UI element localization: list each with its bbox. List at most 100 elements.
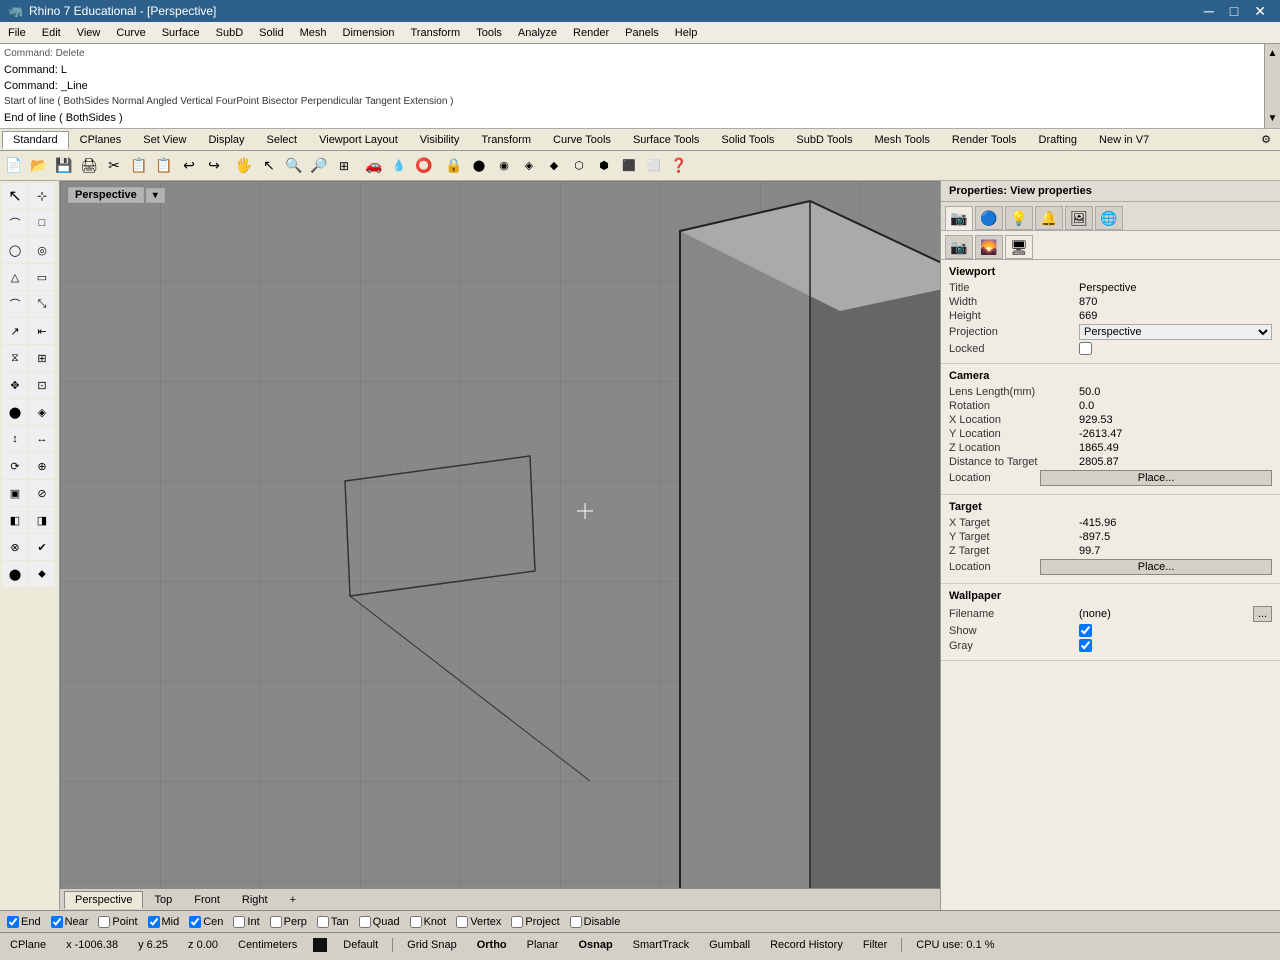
lt-b20[interactable]: ⊕: [29, 453, 55, 479]
prop-filename-browse[interactable]: ...: [1253, 606, 1272, 622]
prop-tab-light[interactable]: 💡: [1005, 206, 1033, 230]
viewport-dropdown-arrow[interactable]: ▾: [146, 188, 165, 203]
toolbar-tab-mesh-tools[interactable]: Mesh Tools: [863, 131, 940, 149]
tb-paste[interactable]: 📋: [152, 154, 176, 178]
sb-filter[interactable]: Filter: [857, 939, 893, 951]
scroll-down-arrow[interactable]: ▼: [1268, 111, 1278, 127]
osnap-knot-cb[interactable]: [410, 916, 422, 928]
osnap-quad-cb[interactable]: [359, 916, 371, 928]
tb-help[interactable]: ❓: [667, 154, 691, 178]
tb-new[interactable]: 📄: [2, 154, 26, 178]
osnap-vertex[interactable]: Vertex: [453, 916, 504, 928]
osnap-mid[interactable]: Mid: [145, 916, 183, 928]
lt-b17[interactable]: ↕: [2, 426, 28, 452]
tb-b3[interactable]: ◆: [542, 154, 566, 178]
tb-select[interactable]: ↖: [257, 154, 281, 178]
maximize-button[interactable]: □: [1224, 3, 1244, 20]
sb-planar[interactable]: Planar: [521, 939, 565, 951]
menu-item-render[interactable]: Render: [565, 25, 617, 41]
lt-b15[interactable]: ⬤: [2, 399, 28, 425]
prop-subtab-monitor[interactable]: 🖥: [1005, 235, 1033, 259]
osnap-int-cb[interactable]: [233, 916, 245, 928]
tb-render[interactable]: 🚗: [362, 154, 386, 178]
toolbar-tab-cplanes[interactable]: CPlanes: [69, 131, 133, 149]
sb-smarttrack[interactable]: SmartTrack: [627, 939, 695, 951]
toolbar-tab-select[interactable]: Select: [256, 131, 309, 149]
tb-lock[interactable]: 🔒: [442, 154, 466, 178]
toolbar-tab-display[interactable]: Display: [197, 131, 255, 149]
prop-subtab-landscape[interactable]: 🌄: [975, 235, 1003, 259]
menu-item-analyze[interactable]: Analyze: [510, 25, 565, 41]
sb-color-swatch[interactable]: [313, 938, 327, 952]
tb-save[interactable]: 💾: [52, 154, 76, 178]
vp-tab-perspective[interactable]: Perspective: [64, 891, 143, 909]
lt-b19[interactable]: ⟳: [2, 453, 28, 479]
menu-item-panels[interactable]: Panels: [617, 25, 667, 41]
osnap-cen[interactable]: Cen: [186, 916, 226, 928]
menu-item-edit[interactable]: Edit: [34, 25, 69, 41]
tb-layer[interactable]: ⭕: [412, 154, 436, 178]
prop-tgt-place-button[interactable]: Place...: [1040, 559, 1272, 575]
prop-cam-place-button[interactable]: Place...: [1040, 470, 1272, 486]
sb-osnap[interactable]: Osnap: [572, 939, 618, 951]
lt-b21[interactable]: ▣: [2, 480, 28, 506]
toolbar-tab-standard[interactable]: Standard: [2, 131, 69, 149]
cmd-scrollbar[interactable]: ▲ ▼: [1264, 44, 1280, 129]
prop-locked-checkbox[interactable]: [1079, 342, 1092, 355]
osnap-mid-cb[interactable]: [148, 916, 160, 928]
osnap-near-cb[interactable]: [51, 916, 63, 928]
tb-cut[interactable]: ✂: [102, 154, 126, 178]
toolbar-settings-icon[interactable]: ⚙: [1254, 130, 1278, 149]
toolbar-tab-drafting[interactable]: Drafting: [1028, 131, 1089, 149]
tb-redo[interactable]: ↪: [202, 154, 226, 178]
toolbar-tab-new-in-v7[interactable]: New in V7: [1088, 131, 1160, 149]
lt-select2[interactable]: ⊹: [29, 183, 55, 209]
tb-b5[interactable]: ⬢: [592, 154, 616, 178]
toolbar-tab-curve-tools[interactable]: Curve Tools: [542, 131, 622, 149]
tb-copy[interactable]: 📋: [127, 154, 151, 178]
viewport-label[interactable]: Perspective ▾: [68, 187, 165, 203]
tb-print[interactable]: 🖨: [77, 154, 101, 178]
menu-item-solid[interactable]: Solid: [251, 25, 291, 41]
viewport-title[interactable]: Perspective: [68, 187, 144, 203]
tb-b4[interactable]: ⬡: [567, 154, 591, 178]
lt-b25[interactable]: ⊗: [2, 534, 28, 560]
scroll-up-arrow[interactable]: ▲: [1268, 46, 1278, 62]
osnap-perp[interactable]: Perp: [267, 916, 310, 928]
sb-gumball[interactable]: Gumball: [703, 939, 756, 951]
lt-b22[interactable]: ⊘: [29, 480, 55, 506]
toolbar-tab-surface-tools[interactable]: Surface Tools: [622, 131, 710, 149]
sb-ortho[interactable]: Ortho: [471, 939, 513, 951]
prop-projection-select[interactable]: Perspective Parallel Two-Point Perspecti…: [1079, 324, 1272, 340]
prop-tab-material[interactable]: 🔵: [975, 206, 1003, 230]
prop-gray-checkbox[interactable]: [1079, 639, 1092, 652]
menu-item-file[interactable]: File: [0, 25, 34, 41]
menu-item-transform[interactable]: Transform: [403, 25, 469, 41]
close-button[interactable]: ✕: [1248, 3, 1272, 20]
prop-projection-select-wrap[interactable]: Perspective Parallel Two-Point Perspecti…: [1079, 324, 1272, 340]
menu-item-view[interactable]: View: [69, 25, 109, 41]
lt-b6[interactable]: ▭: [29, 264, 55, 290]
lt-b5[interactable]: △: [2, 264, 28, 290]
menu-item-tools[interactable]: Tools: [468, 25, 510, 41]
osnap-int[interactable]: Int: [230, 916, 262, 928]
prop-show-checkbox[interactable]: [1079, 624, 1092, 637]
lt-b4[interactable]: ◎: [29, 237, 55, 263]
lt-b1[interactable]: ⌒: [2, 210, 28, 236]
osnap-project-cb[interactable]: [511, 916, 523, 928]
toolbar-tab-render-tools[interactable]: Render Tools: [941, 131, 1028, 149]
lt-b16[interactable]: ◈: [29, 399, 55, 425]
lt-select[interactable]: ↖: [2, 183, 28, 209]
tb-undo[interactable]: ↩: [177, 154, 201, 178]
tb-b2[interactable]: ◈: [517, 154, 541, 178]
osnap-project[interactable]: Project: [508, 916, 562, 928]
toolbar-tab-visibility[interactable]: Visibility: [409, 131, 471, 149]
menu-item-dimension[interactable]: Dimension: [335, 25, 403, 41]
toolbar-tab-viewport-layout[interactable]: Viewport Layout: [308, 131, 409, 149]
menu-item-subd[interactable]: SubD: [208, 25, 252, 41]
osnap-quad[interactable]: Quad: [356, 916, 403, 928]
tb-b1[interactable]: ◉: [492, 154, 516, 178]
viewport-canvas[interactable]: x z y: [60, 181, 940, 888]
lt-b2[interactable]: □: [29, 210, 55, 236]
tb-zoom-win[interactable]: 🔎: [307, 154, 331, 178]
